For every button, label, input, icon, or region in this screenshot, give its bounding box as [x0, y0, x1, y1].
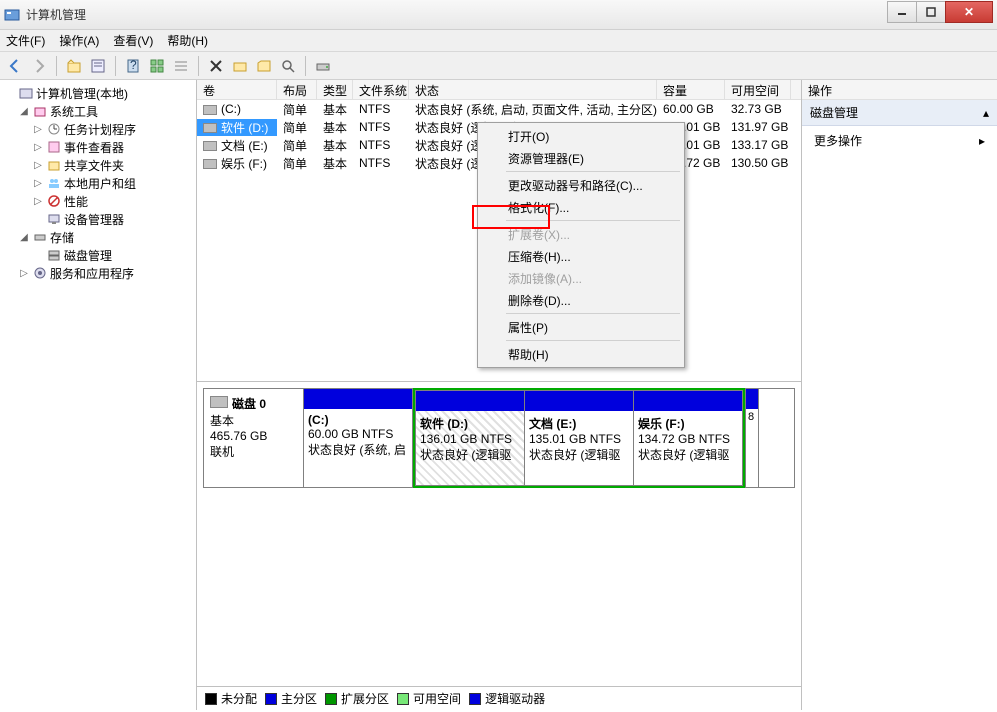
- legend: 未分配 主分区 扩展分区 可用空间 逻辑驱动器: [197, 686, 801, 710]
- chevron-right-icon: ▸: [979, 134, 985, 148]
- tree-device-manager[interactable]: 设备管理器: [4, 210, 192, 228]
- ctx-properties[interactable]: 属性(P): [480, 316, 682, 338]
- ctx-extend: 扩展卷(X)...: [480, 223, 682, 245]
- ctx-explorer[interactable]: 资源管理器(E): [480, 147, 682, 169]
- col-free[interactable]: 可用空间: [725, 80, 791, 99]
- col-volume[interactable]: 卷: [197, 80, 277, 99]
- ctx-change-drive[interactable]: 更改驱动器号和路径(C)...: [480, 174, 682, 196]
- partition-e[interactable]: 文档 (E:) 135.01 GB NTFS 状态良好 (逻辑驱: [524, 390, 634, 486]
- tree-services[interactable]: ▷服务和应用程序: [4, 264, 192, 282]
- close-button[interactable]: ✕: [945, 1, 993, 23]
- menu-action[interactable]: 操作(A): [59, 32, 99, 49]
- delete-icon[interactable]: [205, 55, 227, 77]
- search-icon[interactable]: [277, 55, 299, 77]
- partition-end[interactable]: 8: [745, 388, 759, 488]
- ctx-help[interactable]: 帮助(H): [480, 343, 682, 365]
- disk-icon[interactable]: [312, 55, 334, 77]
- col-fs[interactable]: 文件系统: [353, 80, 409, 99]
- help-icon[interactable]: ?: [122, 55, 144, 77]
- titlebar: 计算机管理 ✕: [0, 0, 997, 30]
- extended-partition: 软件 (D:) 136.01 GB NTFS 状态良好 (逻辑驱 文档 (E:)…: [413, 388, 746, 488]
- list-icon[interactable]: [170, 55, 192, 77]
- maximize-button[interactable]: [916, 1, 946, 23]
- tree-shared-folders[interactable]: ▷共享文件夹: [4, 156, 192, 174]
- partition-f[interactable]: 娱乐 (F:) 134.72 GB NTFS 状态良好 (逻辑驱: [633, 390, 743, 486]
- tree-local-users[interactable]: ▷本地用户和组: [4, 174, 192, 192]
- tree-storage[interactable]: ◢存储: [4, 228, 192, 246]
- actions-header: 操作: [802, 80, 997, 100]
- window-title: 计算机管理: [26, 6, 888, 23]
- chevron-up-icon: ▴: [983, 106, 989, 120]
- tree-system-tools[interactable]: ◢系统工具: [4, 102, 192, 120]
- disk-row: 磁盘 0 基本 465.76 GB 联机 (C:) 60.00 GB NTFS …: [203, 388, 795, 488]
- ctx-delete[interactable]: 删除卷(D)...: [480, 289, 682, 311]
- tree-disk-management[interactable]: 磁盘管理: [4, 246, 192, 264]
- svg-text:?: ?: [130, 58, 137, 72]
- tree-performance[interactable]: ▷性能: [4, 192, 192, 210]
- col-layout[interactable]: 布局: [277, 80, 317, 99]
- minimize-button[interactable]: [887, 1, 917, 23]
- col-status[interactable]: 状态: [409, 80, 657, 99]
- actions-more[interactable]: 更多操作 ▸: [802, 126, 997, 155]
- up-button[interactable]: [63, 55, 85, 77]
- volume-list: 卷 布局 类型 文件系统 状态 容量 可用空间 (C:)简单基本NTFS状态良好…: [197, 80, 801, 382]
- open-icon[interactable]: [253, 55, 275, 77]
- menu-file[interactable]: 文件(F): [6, 32, 45, 49]
- actions-panel: 操作 磁盘管理 ▴ 更多操作 ▸: [802, 80, 997, 710]
- ctx-shrink[interactable]: 压缩卷(H)...: [480, 245, 682, 267]
- refresh-icon[interactable]: [146, 55, 168, 77]
- settings-icon[interactable]: [229, 55, 251, 77]
- toolbar: ?: [0, 52, 997, 80]
- menu-help[interactable]: 帮助(H): [167, 32, 208, 49]
- tree-root[interactable]: 计算机管理(本地): [4, 84, 192, 102]
- ctx-mirror: 添加镜像(A)...: [480, 267, 682, 289]
- col-type[interactable]: 类型: [317, 80, 353, 99]
- tree-task-scheduler[interactable]: ▷任务计划程序: [4, 120, 192, 138]
- tree-event-viewer[interactable]: ▷事件查看器: [4, 138, 192, 156]
- forward-button[interactable]: [28, 55, 50, 77]
- context-menu: 打开(O) 资源管理器(E) 更改驱动器号和路径(C)... 格式化(F)...…: [477, 122, 685, 368]
- nav-tree: 计算机管理(本地) ◢系统工具 ▷任务计划程序 ▷事件查看器 ▷共享文件夹 ▷本…: [0, 80, 197, 710]
- volume-row[interactable]: (C:)简单基本NTFS状态良好 (系统, 启动, 页面文件, 活动, 主分区)…: [197, 100, 801, 118]
- center-panel: 卷 布局 类型 文件系统 状态 容量 可用空间 (C:)简单基本NTFS状态良好…: [197, 80, 802, 710]
- actions-group-disk[interactable]: 磁盘管理 ▴: [802, 100, 997, 126]
- partition-d[interactable]: 软件 (D:) 136.01 GB NTFS 状态良好 (逻辑驱: [415, 390, 525, 486]
- menu-view[interactable]: 查看(V): [113, 32, 153, 49]
- disk-layout-panel: 磁盘 0 基本 465.76 GB 联机 (C:) 60.00 GB NTFS …: [197, 382, 801, 710]
- ctx-format[interactable]: 格式化(F)...: [480, 196, 682, 218]
- menubar: 文件(F) 操作(A) 查看(V) 帮助(H): [0, 30, 997, 52]
- disk-icon: [210, 396, 228, 408]
- disk-info: 磁盘 0 基本 465.76 GB 联机: [204, 389, 304, 487]
- properties-button[interactable]: [87, 55, 109, 77]
- col-capacity[interactable]: 容量: [657, 80, 725, 99]
- partition-c[interactable]: (C:) 60.00 GB NTFS 状态良好 (系统, 启: [303, 388, 413, 488]
- app-icon: [4, 7, 20, 23]
- ctx-open[interactable]: 打开(O): [480, 125, 682, 147]
- back-button[interactable]: [4, 55, 26, 77]
- volume-header: 卷 布局 类型 文件系统 状态 容量 可用空间: [197, 80, 801, 100]
